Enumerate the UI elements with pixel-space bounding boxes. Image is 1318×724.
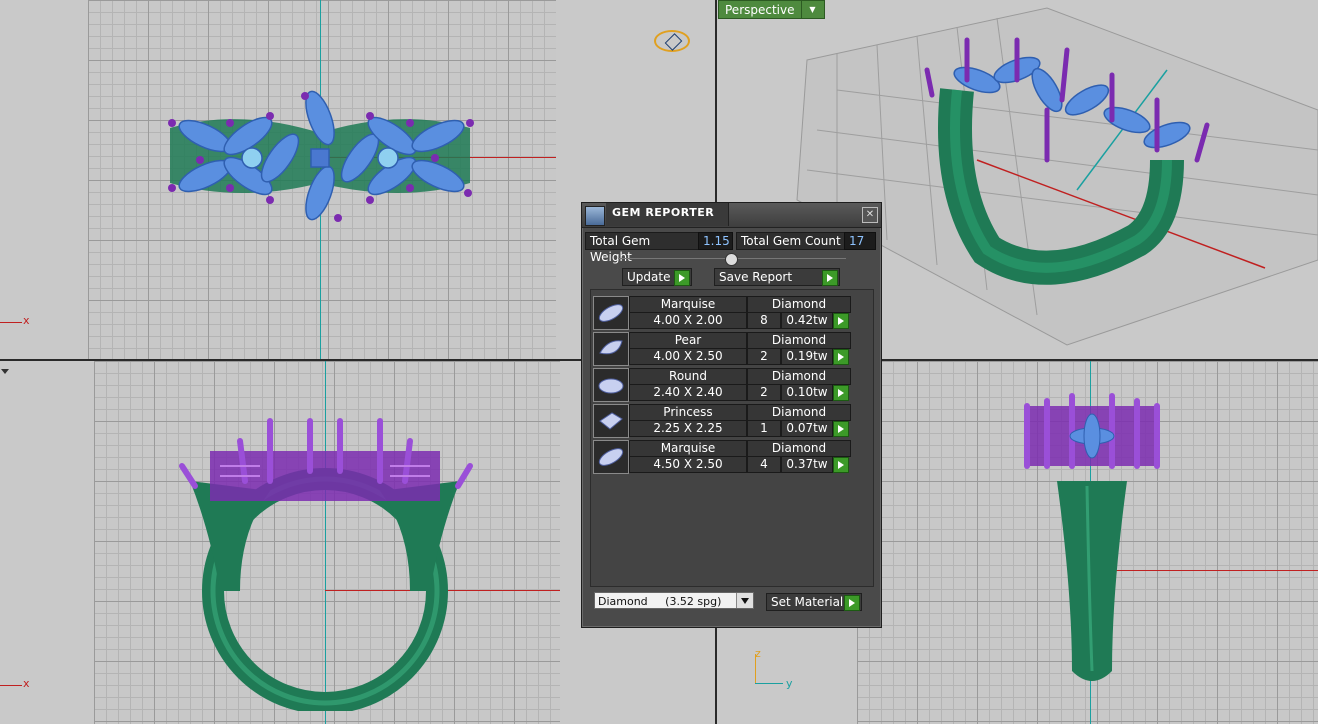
gem-weight: 0.42tw <box>781 312 833 329</box>
update-button[interactable]: Update <box>622 268 692 286</box>
gem-shape: Marquise <box>629 296 747 313</box>
view-cube-icon[interactable] <box>654 30 690 52</box>
gem-count: 4 <box>747 456 781 473</box>
dialog-title: GEM REPORTER <box>612 206 715 219</box>
gem-shape: Princess <box>629 404 747 421</box>
marquise-gem-icon <box>593 440 629 474</box>
gem-size: 4.00 X 2.00 <box>629 312 747 329</box>
perspective-label: Perspective <box>725 2 795 17</box>
play-icon <box>822 270 838 286</box>
princess-gem-icon <box>593 404 629 438</box>
update-label: Update <box>627 270 671 284</box>
gem-material: Diamond <box>747 368 851 385</box>
gem-row[interactable]: Princess 2.25 X 2.25 Diamond 1 0.07tw <box>593 404 851 438</box>
round-gem-icon <box>593 368 629 402</box>
marquise-gem-icon <box>593 296 629 330</box>
material-select-value: Diamond (3.52 spg) <box>598 595 722 608</box>
gem-size: 4.00 X 2.50 <box>629 348 747 365</box>
gem-weight: 0.07tw <box>781 420 833 437</box>
dialog-titlebar[interactable]: GEM REPORTER ✕ <box>582 203 881 228</box>
ring-top-view <box>168 90 474 222</box>
play-icon <box>674 270 690 286</box>
chevron-down-icon[interactable] <box>736 593 753 608</box>
total-gem-weight-value: 1.15 <box>698 232 733 250</box>
gem-row[interactable]: Pear 4.00 X 2.50 Diamond 2 0.19tw <box>593 332 851 366</box>
collapse-toggle-icon[interactable] <box>725 253 738 266</box>
perspective-view-tab[interactable]: Perspective ▼ <box>718 0 825 19</box>
ring-side-view <box>1024 393 1160 681</box>
select-gem-button[interactable] <box>833 313 849 329</box>
chevron-down-icon[interactable]: ▼ <box>800 1 824 18</box>
gem-weight: 0.10tw <box>781 384 833 401</box>
x-axis-label-front: x <box>23 677 30 690</box>
gem-row[interactable]: Marquise 4.50 X 2.50 Diamond 4 0.37tw <box>593 440 851 474</box>
gem-row[interactable]: Marquise 4.00 X 2.00 Diamond 8 0.42tw <box>593 296 851 330</box>
save-report-button[interactable]: Save Report <box>714 268 840 286</box>
gem-reporter-dialog: GEM REPORTER ✕ Total Gem Weight 1.15 Tot… <box>581 202 882 628</box>
total-gem-count-value: 17 <box>844 232 876 250</box>
gem-count: 2 <box>747 384 781 401</box>
pear-gem-icon <box>593 332 629 366</box>
gem-material: Diamond <box>747 296 851 313</box>
gem-size: 4.50 X 2.50 <box>629 456 747 473</box>
total-gem-weight-label: Total Gem Weight <box>585 232 699 264</box>
total-gem-count-label: Total Gem Count <box>736 232 846 250</box>
x-axis-label: x <box>23 314 30 327</box>
gem-weight: 0.37tw <box>781 456 833 473</box>
gem-list[interactable]: Marquise 4.00 X 2.00 Diamond 8 0.42tw Pe… <box>590 289 874 587</box>
ring-front-view <box>179 418 473 711</box>
close-button[interactable]: ✕ <box>862 207 878 223</box>
gem-reporter-icon <box>585 206 605 226</box>
gem-row[interactable]: Round 2.40 X 2.40 Diamond 2 0.10tw <box>593 368 851 402</box>
save-report-label: Save Report <box>719 270 793 284</box>
gem-shape: Round <box>629 368 747 385</box>
select-gem-button[interactable] <box>833 385 849 401</box>
gem-shape: Marquise <box>629 440 747 457</box>
z-axis-label: z <box>755 647 761 660</box>
y-axis-label: y <box>786 677 793 690</box>
set-material-label: Set Material <box>771 595 844 609</box>
axis-indicator-top <box>0 322 22 323</box>
select-gem-button[interactable] <box>833 457 849 473</box>
gem-material: Diamond <box>747 440 851 457</box>
gem-shape: Pear <box>629 332 747 349</box>
set-material-button[interactable]: Set Material <box>766 593 862 611</box>
select-gem-button[interactable] <box>833 421 849 437</box>
gem-count: 8 <box>747 312 781 329</box>
gem-weight: 0.19tw <box>781 348 833 365</box>
axis-indicator-front <box>0 685 22 686</box>
gem-count: 1 <box>747 420 781 437</box>
gem-size: 2.40 X 2.40 <box>629 384 747 401</box>
gem-material: Diamond <box>747 332 851 349</box>
play-icon <box>844 595 860 611</box>
viewport-menu-arrow[interactable] <box>1 369 9 374</box>
material-select[interactable]: Diamond (3.52 spg) <box>594 592 754 609</box>
select-gem-button[interactable] <box>833 349 849 365</box>
gem-material: Diamond <box>747 404 851 421</box>
gem-count: 2 <box>747 348 781 365</box>
gem-size: 2.25 X 2.25 <box>629 420 747 437</box>
